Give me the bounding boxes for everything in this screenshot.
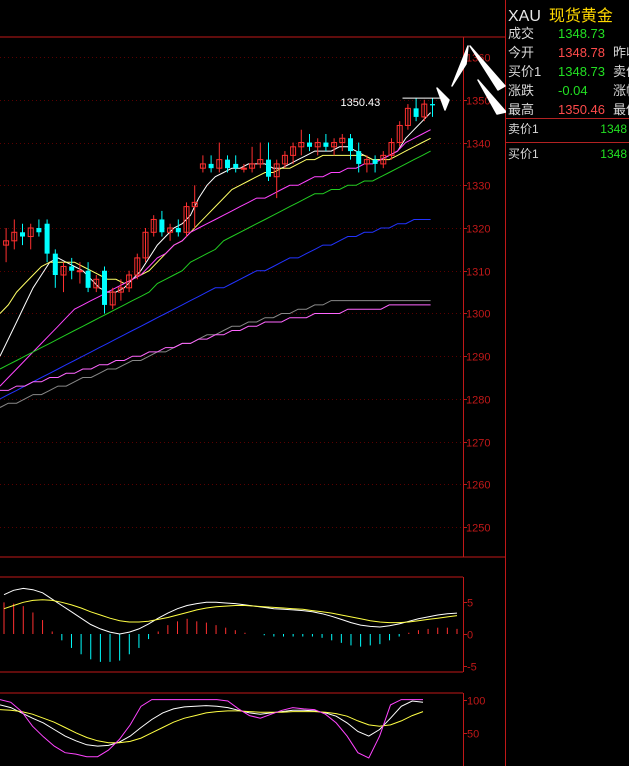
sell-label: 卖价1 — [508, 122, 539, 136]
candle-body — [44, 223, 50, 254]
kdj-j-line — [0, 699, 423, 759]
divider — [506, 142, 629, 143]
quote-label: 涨跌 — [508, 83, 535, 98]
candle-body — [36, 228, 42, 233]
price-tick-label: 1320 — [466, 224, 490, 236]
quote-value: 1348.73 — [558, 26, 605, 41]
macd-tick-label: -5 — [467, 662, 477, 674]
drawn-arrow — [436, 87, 450, 111]
price-tick-label: 1290 — [466, 352, 490, 364]
price-tick-label: 1300 — [466, 309, 490, 321]
sell-price: 1348 — [600, 122, 627, 136]
kdj-k-line — [0, 700, 424, 747]
quote-value: 1350.46 — [558, 102, 605, 117]
candle-body — [85, 270, 91, 288]
orderbook-sell-row[interactable]: 卖价1 1348 — [508, 120, 629, 138]
moving-average-line — [0, 300, 431, 408]
kdj-tick-label: 100 — [467, 696, 485, 708]
moving-average-line — [0, 137, 431, 314]
candle-body — [52, 253, 58, 275]
buy-price: 1348 — [600, 147, 627, 161]
quote-label: 今开 — [508, 45, 535, 60]
moving-average-line — [0, 150, 431, 370]
quote-label: 成交 — [508, 26, 535, 41]
price-tick-label: 1340 — [466, 139, 490, 151]
quote-label-secondary: 卖价 — [613, 64, 629, 79]
kdj-tick-label: 50 — [467, 729, 479, 741]
candle-body — [208, 163, 214, 169]
candle-body — [413, 108, 419, 117]
candle-body — [102, 270, 107, 305]
price-tick-label: 1270 — [466, 438, 490, 450]
candle-body — [20, 232, 25, 237]
candle-body — [307, 142, 312, 147]
drawn-arrow — [451, 45, 469, 87]
quote-row: 今开 1348.78 昨收 — [508, 43, 629, 62]
symbol-name: 现货黄金 — [548, 8, 613, 25]
kdj-d-line — [0, 709, 424, 744]
macd-tick-label: 5 — [467, 598, 473, 610]
price-tick-label: 1330 — [466, 181, 490, 193]
quote-row: 成交 1348.73 — [508, 24, 613, 43]
quote-row: 买价1 1348.73 卖价 — [508, 62, 629, 81]
candle-body — [348, 138, 353, 152]
candle-body — [76, 270, 83, 273]
quote-row: 涨跌 -0.04 涨幅 — [508, 81, 629, 100]
macd-tick-label: 0 — [467, 630, 473, 642]
moving-average-line — [0, 129, 431, 387]
candle-body — [233, 163, 239, 169]
quote-label-secondary: 最低 — [613, 102, 629, 117]
high-price-annotation: 1350.43 — [341, 97, 381, 109]
quote-value: -0.04 — [558, 83, 588, 98]
quote-label-secondary: 昨收 — [613, 45, 629, 60]
candle-body — [323, 142, 329, 147]
quote-label-secondary: 涨幅 — [613, 83, 629, 98]
candle-body — [175, 228, 181, 233]
candle-body — [159, 219, 165, 233]
quote-value: 1348.78 — [558, 45, 605, 60]
orderbook-buy-row[interactable]: 买价1 1348 — [508, 145, 629, 163]
candle-body — [225, 159, 230, 169]
divider — [506, 118, 629, 119]
chart-area: 1250 1260 1270 1280 1290 1300 1310 1320 1330 1340… — [0, 0, 506, 766]
candle-body — [240, 167, 247, 170]
quote-row: 最高 1350.46 最低 — [508, 100, 629, 119]
macd-dif-line — [3, 587, 458, 635]
symbol-code: XAU — [508, 8, 541, 25]
price-tick-label: 1280 — [466, 395, 490, 407]
price-tick-label: 1250 — [466, 523, 490, 535]
candle-body — [356, 151, 362, 164]
price-tick-label: 1260 — [466, 480, 490, 492]
moving-average-line — [0, 304, 431, 391]
candle-body — [69, 266, 75, 271]
quote-header: XAU 现货黄金 — [508, 2, 613, 26]
buy-label: 买价1 — [508, 147, 539, 161]
quote-label: 买价1 — [508, 64, 542, 79]
quote-panel: XAU 现货黄金 成交 1348.73 今开 1348.78 昨收买价1 1348.73 卖价… — [506, 0, 629, 766]
quote-label: 最高 — [508, 102, 535, 117]
candle-body — [266, 159, 271, 177]
quote-value: 1348.73 — [558, 64, 605, 79]
candle-body — [430, 104, 435, 106]
price-tick-label: 1310 — [466, 267, 490, 279]
candle-body — [372, 159, 378, 164]
